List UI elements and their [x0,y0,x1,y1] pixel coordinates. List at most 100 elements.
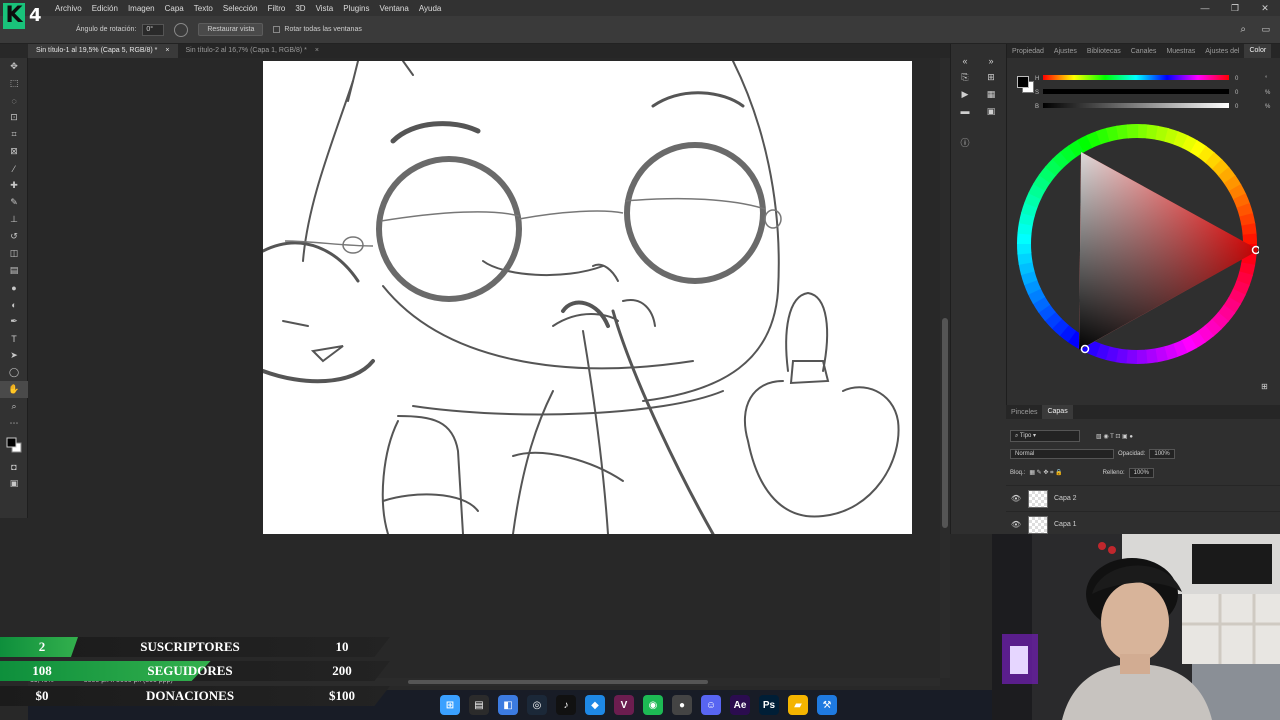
menu-imagen[interactable]: Imagen [123,4,160,13]
tab-layers[interactable]: Capas [1042,405,1073,419]
zoom-tool-icon[interactable]: ⌕ [0,398,28,415]
steam-icon[interactable]: ◎ [527,695,547,715]
tab-document-2[interactable]: Sin título-2 al 16,7% (Capa 1, RGB/8) * … [178,44,328,58]
character-icon[interactable]: ⊞ [987,72,995,83]
expand-icon[interactable]: » [988,56,993,66]
canvas[interactable] [263,61,912,534]
close-window-button[interactable]: ✕ [1250,3,1280,14]
filter-icons[interactable]: ▧ ◉ T ⊡ ▣ ● [1096,433,1133,440]
menu-archivo[interactable]: Archivo [50,4,87,13]
menu-ayuda[interactable]: Ayuda [414,4,447,13]
checkbox-box[interactable] [273,26,281,33]
tab-brushes[interactable]: Pinceles [1006,409,1042,416]
brush-tool-icon[interactable]: ✎ [0,194,28,211]
saturation-slider[interactable] [1043,89,1229,94]
file-explorer-icon[interactable]: ▤ [469,695,489,715]
color-swatches-icon[interactable] [0,432,28,458]
fill-input[interactable]: 100% [1128,468,1154,478]
crop-tool-icon[interactable]: ⌗ [0,126,28,143]
eyedropper-tool-icon[interactable]: ⁄ [0,160,28,177]
healing-tool-icon[interactable]: ✚ [0,177,28,194]
quick-mask-icon[interactable]: ◘ [0,458,28,475]
tab-document-1[interactable]: Sin título-1 al 19,5% (Capa 5, RGB/8) * … [28,44,178,58]
photoshop-icon[interactable]: Ps [759,695,779,715]
comments-icon[interactable]: ▬ [961,106,970,116]
visibility-eye-icon[interactable]: 👁 [1006,520,1026,529]
menu-texto[interactable]: Texto [189,4,218,13]
maximize-button[interactable]: ❐ [1220,3,1250,14]
history-icon[interactable]: ⎘ [961,72,968,83]
menu-ventana[interactable]: Ventana [374,4,413,13]
tab-close-icon[interactable]: × [165,47,169,55]
tab-adjustments-2[interactable]: Ajustes del [1200,48,1244,55]
rotate-all-windows-checkbox[interactable]: Rotar todas las ventanas [273,26,362,33]
blend-mode-select[interactable]: Normal [1010,449,1114,459]
menu-filtro[interactable]: Filtro [263,4,291,13]
vegas-icon[interactable]: V [614,695,634,715]
workspace-icon[interactable]: ▭ [1261,24,1270,35]
layer-filter-select[interactable]: ⌕ Tipo ▾ [1010,430,1080,442]
rotation-dial-icon[interactable] [174,22,189,37]
folder-icon[interactable]: ▰ [788,695,808,715]
visibility-eye-icon[interactable]: 👁 [1006,494,1026,503]
expand-panel-icon[interactable]: ⊞ [1261,382,1268,391]
lock-icons[interactable]: ▦ ✎ ✥ ⌗ 🔒 [1029,469,1062,477]
saturation-value[interactable]: 0 [1235,90,1238,96]
screen-mode-icon[interactable]: ▣ [0,475,28,492]
path-select-icon[interactable]: ➤ [0,347,28,364]
menu-plugins[interactable]: Plugins [338,4,374,13]
layer-row[interactable]: 👁 Capa 2 [1006,485,1280,511]
tab-adjustments[interactable]: Ajustes [1049,48,1082,55]
menu-vista[interactable]: Vista [311,4,339,13]
color-wheel[interactable] [1015,122,1259,366]
actions-play-icon[interactable]: ▶ [962,89,969,100]
gradient-tool-icon[interactable]: ▤ [0,262,28,279]
history-brush-icon[interactable]: ↺ [0,228,28,245]
opacity-input[interactable]: 100% [1149,449,1175,459]
maps-icon[interactable]: ◆ [585,695,605,715]
paragraph-icon[interactable]: ▣ [987,106,996,117]
tiktok-icon[interactable]: ♪ [556,695,576,715]
eraser-tool-icon[interactable]: ◫ [0,245,28,262]
tab-channels[interactable]: Canales [1126,48,1162,55]
spotify-icon[interactable]: ◉ [643,695,663,715]
info-icon[interactable]: ⓘ [960,136,969,149]
hue-value[interactable]: 0 [1235,76,1238,82]
discord-icon[interactable]: ☺ [701,695,721,715]
obs-icon[interactable]: ● [672,695,692,715]
more-tools-icon[interactable]: ⋯ [0,415,28,432]
xcode-icon[interactable]: ⚒ [817,695,837,715]
move-tool-icon[interactable]: ✥ [0,58,28,75]
blur-tool-icon[interactable]: ● [0,279,28,296]
menu-capa[interactable]: Capa [160,4,189,13]
minimize-button[interactable]: — [1190,3,1220,13]
quick-select-tool-icon[interactable]: ⊡ [0,109,28,126]
dodge-tool-icon[interactable]: ◐ [0,296,28,313]
rotation-angle-input[interactable]: 0° [142,23,165,36]
menu-seleccion[interactable]: Selección [218,4,263,13]
lasso-tool-icon[interactable]: ◌ [0,92,28,109]
scroll-thumb[interactable] [408,680,708,684]
pen-tool-icon[interactable]: ✒ [0,313,28,330]
hand-tool-icon[interactable]: ✋ [0,381,28,398]
collapse-icon[interactable]: « [962,56,967,66]
brightness-value[interactable]: 0 [1235,104,1238,110]
stamp-tool-icon[interactable]: ⊥ [0,211,28,228]
windows-icon[interactable]: ⊞ [440,695,460,715]
scroll-thumb[interactable] [942,318,948,528]
tab-properties[interactable]: Propiedad [1007,48,1049,55]
shape-tool-icon[interactable]: ◯ [0,364,28,381]
menu-edicion[interactable]: Edición [87,4,123,13]
frame-tool-icon[interactable]: ⊠ [0,143,28,160]
foreground-color-swatch[interactable] [1017,76,1029,88]
brightness-slider[interactable] [1043,103,1229,108]
tab-libraries[interactable]: Bibliotecas [1082,48,1126,55]
tab-color[interactable]: Color [1244,44,1272,58]
after-effects-icon[interactable]: Ae [730,695,750,715]
hue-slider[interactable] [1043,75,1229,80]
tab-close-icon[interactable]: × [315,47,319,55]
vertical-scrollbar[interactable] [940,58,950,678]
type-tool-icon[interactable]: T [0,330,28,347]
store-icon[interactable]: ◧ [498,695,518,715]
search-icon[interactable]: ⌕ [1240,24,1246,35]
